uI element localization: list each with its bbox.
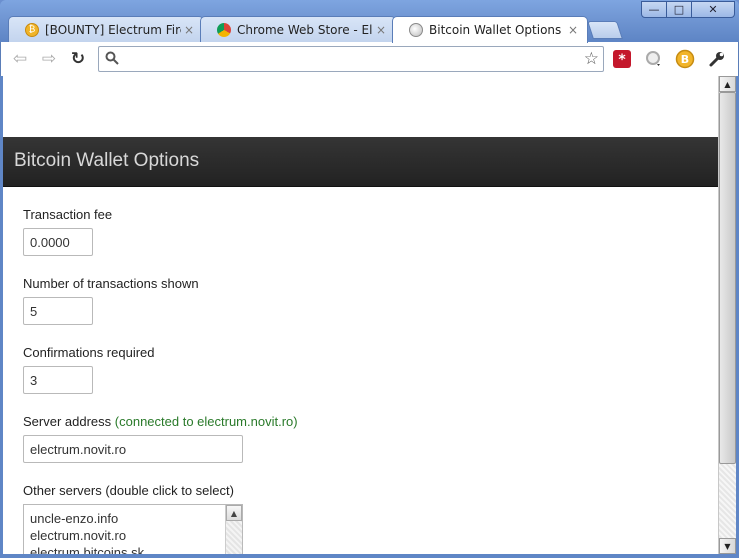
other-servers-list[interactable]: uncle-enzo.info electrum.novit.ro electr… — [23, 504, 243, 554]
svg-text:*: * — [618, 52, 626, 68]
tab-bounty[interactable]: ₿ [BOUNTY] Electrum Firefox Ex × — [8, 16, 204, 42]
list-item[interactable]: uncle-enzo.info — [30, 510, 236, 527]
page-scrollbar[interactable]: ▲ ▼ — [718, 76, 736, 554]
list-item[interactable]: electrum.novit.ro — [30, 527, 236, 544]
close-tab-icon[interactable]: × — [181, 23, 197, 37]
lastpass-icon: * — [613, 50, 631, 68]
page-title: Bitcoin Wallet Options — [14, 150, 200, 171]
new-tab-button[interactable] — [587, 21, 623, 39]
confirmations-label: Confirmations required — [23, 345, 155, 360]
browser-window: — □ ✕ ₿ [BOUNTY] Electrum Firefox Ex × C… — [0, 0, 739, 558]
server-address-label-text: Server address — [23, 414, 112, 429]
transaction-fee-input[interactable] — [23, 228, 93, 256]
forward-button[interactable]: ⇨ — [38, 49, 60, 69]
reload-icon: ↻ — [70, 49, 86, 69]
transaction-fee-field: Transaction fee — [23, 207, 112, 256]
bitcoin-icon: ₿ — [25, 22, 39, 37]
num-transactions-input[interactable] — [23, 297, 93, 325]
bitcoin-icon: B — [675, 49, 695, 69]
page-content: Bitcoin Wallet Options Transaction fee N… — [3, 76, 718, 554]
list-item[interactable]: electrum.bitcoins.sk — [30, 544, 236, 554]
num-transactions-label: Number of transactions shown — [23, 276, 199, 291]
tab-bitcoin-wallet-options[interactable]: Bitcoin Wallet Options × — [392, 16, 588, 43]
tab-title: Bitcoin Wallet Options — [429, 23, 562, 37]
address-bar[interactable]: ☆ — [98, 46, 604, 72]
scroll-down-icon[interactable]: ▼ — [719, 538, 736, 554]
globe-icon — [409, 23, 423, 37]
scroll-up-icon[interactable]: ▲ — [719, 76, 736, 92]
search-icon — [105, 51, 119, 65]
other-servers-field: Other servers (double click to select) u… — [23, 483, 243, 554]
confirmations-field: Confirmations required — [23, 345, 155, 394]
bitcoin-wallet-extension-button[interactable]: B — [675, 49, 695, 69]
chrome-web-store-icon — [217, 22, 231, 37]
tab-chrome-web-store[interactable]: Chrome Web Store - Electrum × — [200, 16, 396, 42]
magnifier-extension-icon — [646, 51, 660, 66]
connection-status: (connected to electrum.novit.ro) — [114, 414, 298, 429]
back-button[interactable]: ⇦ — [9, 49, 31, 69]
browser-toolbar: ⇦ ⇨ ↻ ☆ * B — [0, 42, 739, 76]
tab-title: Chrome Web Store - Electrum — [237, 22, 373, 37]
lastpass-extension-button[interactable]: * — [612, 49, 632, 69]
forward-arrow-icon: ⇨ — [41, 49, 57, 69]
scroll-up-icon[interactable]: ▲ — [226, 505, 242, 521]
svg-text:B: B — [681, 53, 689, 66]
options-header: Bitcoin Wallet Options — [3, 137, 718, 187]
scrollbar-thumb[interactable] — [719, 92, 736, 464]
close-tab-icon[interactable]: × — [373, 23, 389, 37]
tab-strip: ₿ [BOUNTY] Electrum Firefox Ex × Chrome … — [0, 16, 739, 43]
reload-button[interactable]: ↻ — [67, 49, 89, 69]
server-address-field: Server address (connected to electrum.no… — [23, 414, 298, 463]
confirmations-input[interactable] — [23, 366, 93, 394]
server-address-input[interactable] — [23, 435, 243, 463]
bookmark-star-icon[interactable]: ☆ — [584, 49, 599, 69]
back-arrow-icon: ⇦ — [12, 49, 28, 69]
wrench-menu-button[interactable] — [707, 49, 727, 69]
tab-title: [BOUNTY] Electrum Firefox Ex — [45, 22, 181, 37]
wrench-icon — [709, 52, 724, 67]
close-tab-icon[interactable]: × — [565, 23, 581, 37]
server-address-label: Server address (connected to electrum.no… — [23, 414, 298, 429]
transaction-fee-label: Transaction fee — [23, 207, 113, 222]
search-extension-button[interactable] — [644, 49, 664, 69]
num-transactions-field: Number of transactions shown — [23, 276, 199, 325]
other-servers-label: Other servers (double click to select) — [23, 483, 234, 498]
address-input[interactable] — [125, 50, 575, 68]
